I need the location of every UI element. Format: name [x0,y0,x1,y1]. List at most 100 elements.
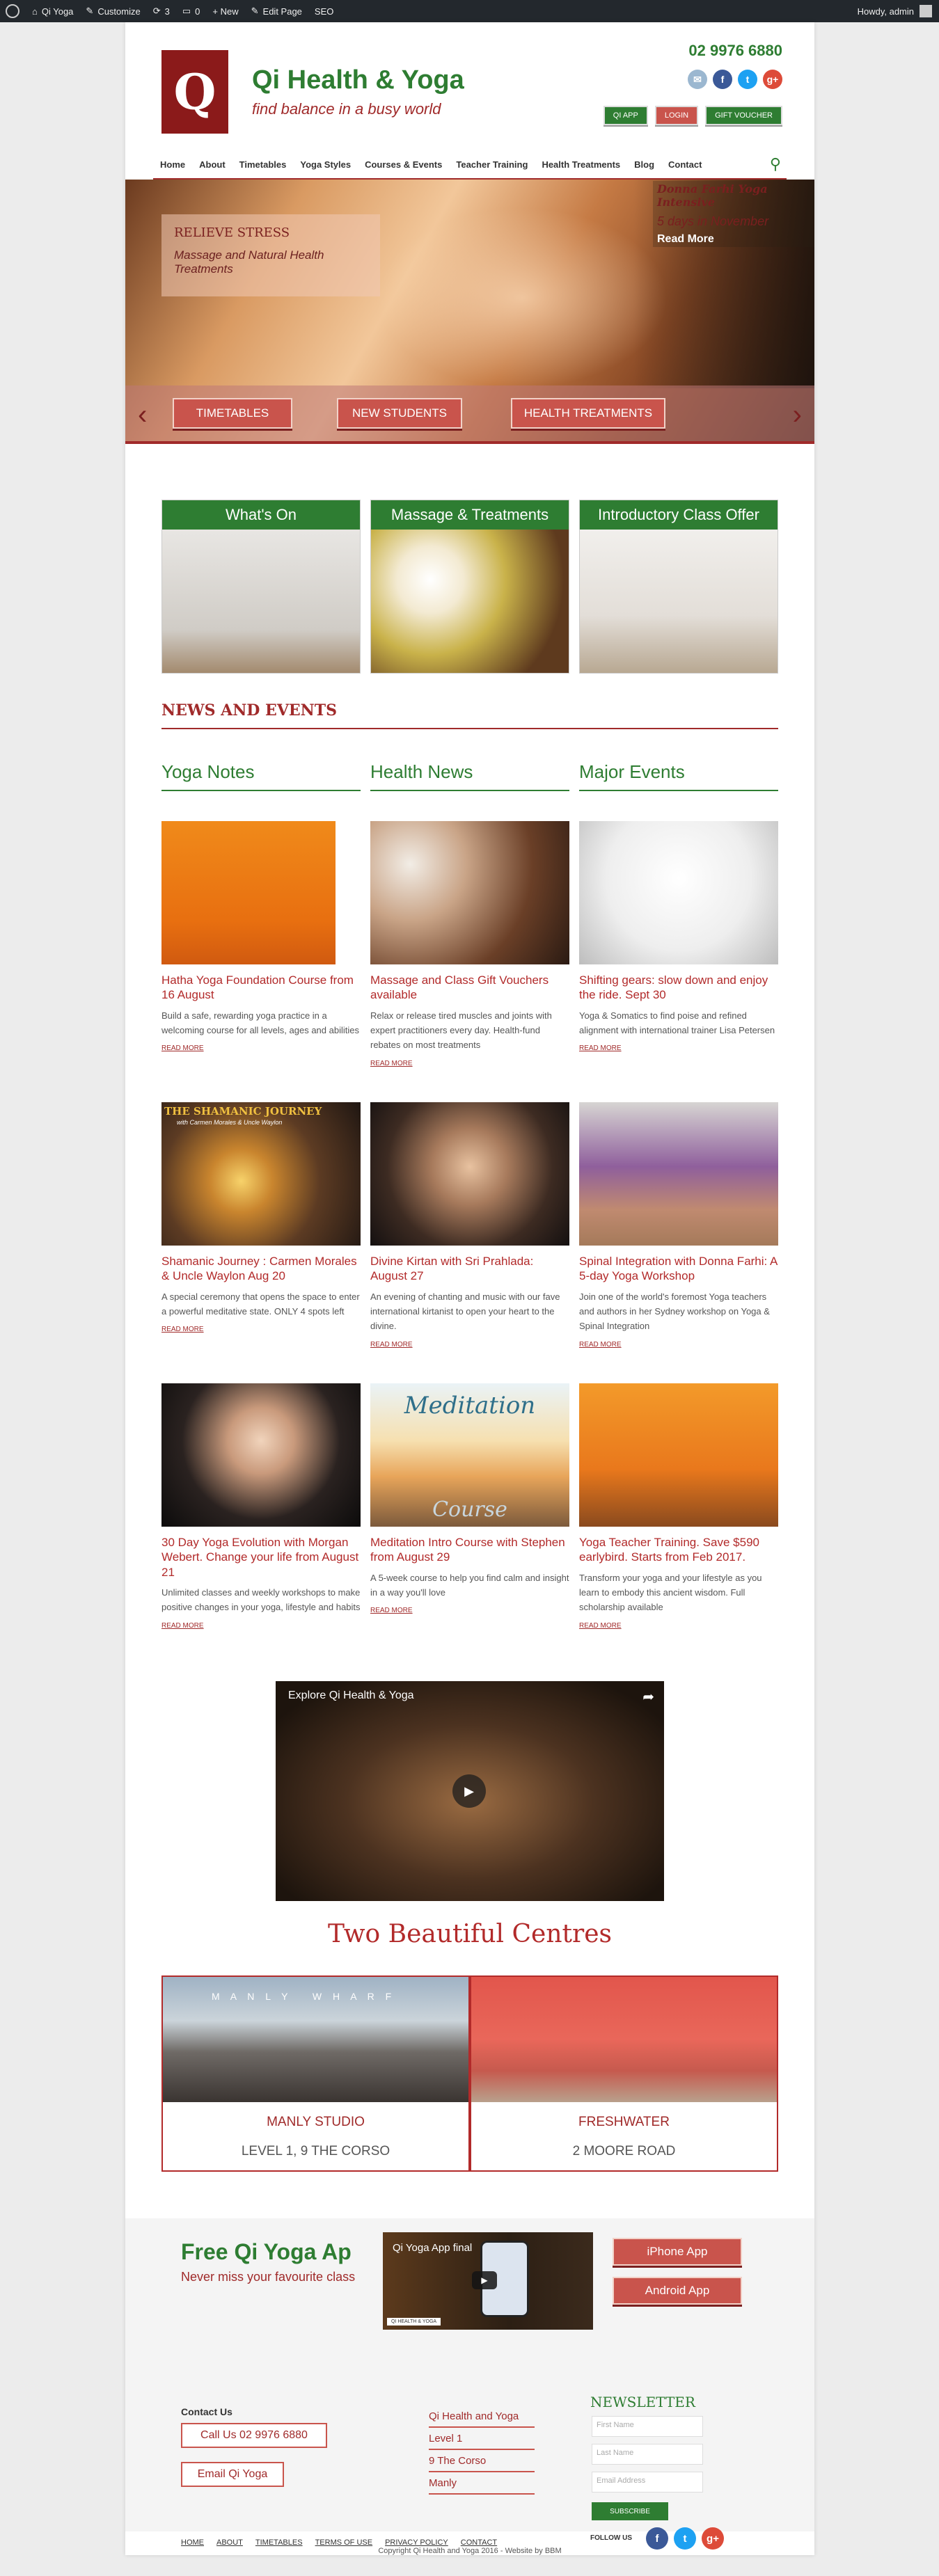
hero-new-students-button[interactable]: New Students [337,398,462,429]
seo-link[interactable]: SEO [315,6,333,17]
android-app-button[interactable]: Android App [613,2277,742,2305]
email-icon[interactable]: ✉ [688,70,707,89]
nav-about[interactable]: About [192,159,232,170]
play-icon[interactable]: ▶ [472,2271,497,2289]
read-more-link[interactable]: Read More [579,1622,778,1630]
footer-link-terms[interactable]: Terms of Use [315,2538,373,2547]
call-button[interactable]: Call Us 02 9976 6880 [181,2423,327,2448]
gift-voucher-button[interactable]: Gift Voucher [705,106,782,125]
nav-courses-events[interactable]: Courses & Events [358,159,449,170]
email-field[interactable]: Email Address [592,2472,703,2492]
read-more-link[interactable]: Read More [579,1044,778,1052]
hero-event: Donna Farhi Yoga Intensive 5 days in Nov… [653,181,814,247]
nav-yoga-styles[interactable]: Yoga Styles [293,159,358,170]
hero-timetables-button[interactable]: Timetables [173,398,292,429]
header-phone[interactable]: 02 9976 6880 [688,42,782,60]
card-title[interactable]: Spinal Integration with Donna Farhi: A 5… [579,1254,778,1284]
google-plus-icon[interactable]: g+ [763,70,782,89]
hero-slider[interactable]: Relieve Stress Massage and Natural Healt… [125,180,814,444]
card-image[interactable]: THE SHAMANIC JOURNEY with Carmen Morales… [161,1102,361,1246]
nav-health-treatments[interactable]: Health Treatments [535,159,627,170]
play-icon[interactable]: ▶ [452,1774,486,1808]
comments-link[interactable]: ▭ 0 [182,6,200,17]
card-image[interactable] [370,821,569,964]
search-icon[interactable]: ⚲ [770,155,787,173]
nav-home[interactable]: Home [153,159,192,170]
feature-massage-treatments[interactable]: Massage & Treatments [370,500,569,674]
footer-link-timetables[interactable]: Timetables [255,2538,303,2547]
hero-health-treatments-button[interactable]: Health Treatments [511,398,665,429]
nav-blog[interactable]: Blog [627,159,661,170]
card-title[interactable]: Divine Kirtan with Sri Prahlada: August … [370,1254,569,1284]
header-social: ✉ f t g+ [688,70,782,89]
footer-link-contact[interactable]: Contact [461,2538,497,2547]
centre-name: Manly Studio [267,2115,365,2129]
app-video-title[interactable]: Qi Yoga App final [393,2242,472,2254]
read-more-link[interactable]: Read More [161,1044,361,1052]
video-title[interactable]: Explore Qi Health & Yoga [288,1689,414,1702]
email-button[interactable]: Email Qi Yoga [181,2462,284,2487]
read-more-link[interactable]: Read More [370,1607,569,1614]
embedded-video[interactable]: Explore Qi Health & Yoga ➦ ▶ [276,1681,664,1901]
column-health-news: Health News [370,761,569,791]
footer-link-about[interactable]: About [216,2538,243,2547]
card-image[interactable] [161,821,336,964]
card-image[interactable]: Meditation Course [370,1383,569,1527]
share-icon[interactable]: ➦ [642,1688,654,1706]
card-title[interactable]: 30 Day Yoga Evolution with Morgan Webert… [161,1535,361,1580]
subscribe-button[interactable]: Subscribe [592,2502,668,2520]
card-title[interactable]: Shifting gears: slow down and enjoy the … [579,973,778,1003]
feature-introductory-offer[interactable]: Introductory Class Offer [579,500,778,674]
read-more-link[interactable]: Read More [370,1060,569,1067]
card-image[interactable] [579,1102,778,1246]
footer-link-home[interactable]: Home [181,2538,204,2547]
avatar [920,5,932,17]
nav-teacher-training[interactable]: Teacher Training [449,159,535,170]
centre-manly[interactable]: M A N L Y W H A R F Manly Studio Level 1… [161,1975,470,2172]
facebook-icon[interactable]: f [713,70,732,89]
customize-link[interactable]: ✎ Customize [86,6,140,17]
edit-page-link[interactable]: ✎ Edit Page [251,6,302,17]
read-more-link[interactable]: Read More [370,1341,569,1349]
card-image[interactable] [579,1383,778,1527]
centre-image: M A N L Y W H A R F [163,1977,468,2102]
iphone-app-button[interactable]: iPhone App [613,2238,742,2266]
footer-link-privacy[interactable]: Privacy Policy [385,2538,448,2547]
hero-event-read-more[interactable]: Read More [657,233,810,246]
card-title[interactable]: Meditation Intro Course with Stephen fro… [370,1535,569,1565]
card-image[interactable] [161,1383,361,1527]
twitter-icon[interactable]: t [738,70,757,89]
read-more-link[interactable]: Read More [161,1326,361,1333]
updates-link[interactable]: ⟳ 3 [153,6,170,17]
contact-heading: Contact Us [181,2406,232,2417]
newsletter-heading: Newsletter [590,2394,695,2410]
centre-freshwater[interactable]: Freshwater 2 Moore Road [470,1975,778,2172]
chevron-left-icon[interactable]: ‹ [138,399,147,431]
card-title[interactable]: Yoga Teacher Training. Save $590 earlybi… [579,1535,778,1565]
feature-whats-on[interactable]: What's On [161,500,361,674]
read-more-link[interactable]: Read More [579,1341,778,1349]
chevron-right-icon[interactable]: › [793,399,802,431]
card-excerpt: Join one of the world's foremost Yoga te… [579,1291,770,1332]
app-video[interactable]: Qi Yoga App final ▶ QI HEALTH & YOGA [383,2232,593,2330]
image-text: THE SHAMANIC JOURNEY [164,1105,322,1118]
card-title[interactable]: Shamanic Journey : Carmen Morales & Uncl… [161,1254,361,1284]
card-title[interactable]: Hatha Yoga Foundation Course from 16 Aug… [161,973,361,1003]
wordpress-menu[interactable] [6,4,19,18]
site-title[interactable]: Qi Health & Yoga [252,65,464,95]
first-name-field[interactable]: First Name [592,2416,703,2437]
nav-contact[interactable]: Contact [661,159,709,170]
hero-image-highlight [376,207,668,388]
card-image[interactable] [579,821,778,964]
new-content-link[interactable]: + New [212,6,238,17]
site-logo[interactable]: Q [161,50,228,134]
card-image[interactable] [370,1102,569,1246]
site-name-link[interactable]: ⌂ Qi Yoga [32,6,73,17]
nav-timetables[interactable]: Timetables [232,159,294,170]
login-button[interactable]: Login [654,106,699,125]
last-name-field[interactable]: Last Name [592,2444,703,2465]
account-menu[interactable]: Howdy, admin [858,0,932,22]
card-title[interactable]: Massage and Class Gift Vouchers availabl… [370,973,569,1003]
read-more-link[interactable]: Read More [161,1622,361,1630]
qi-app-button[interactable]: Qi App [603,106,648,125]
